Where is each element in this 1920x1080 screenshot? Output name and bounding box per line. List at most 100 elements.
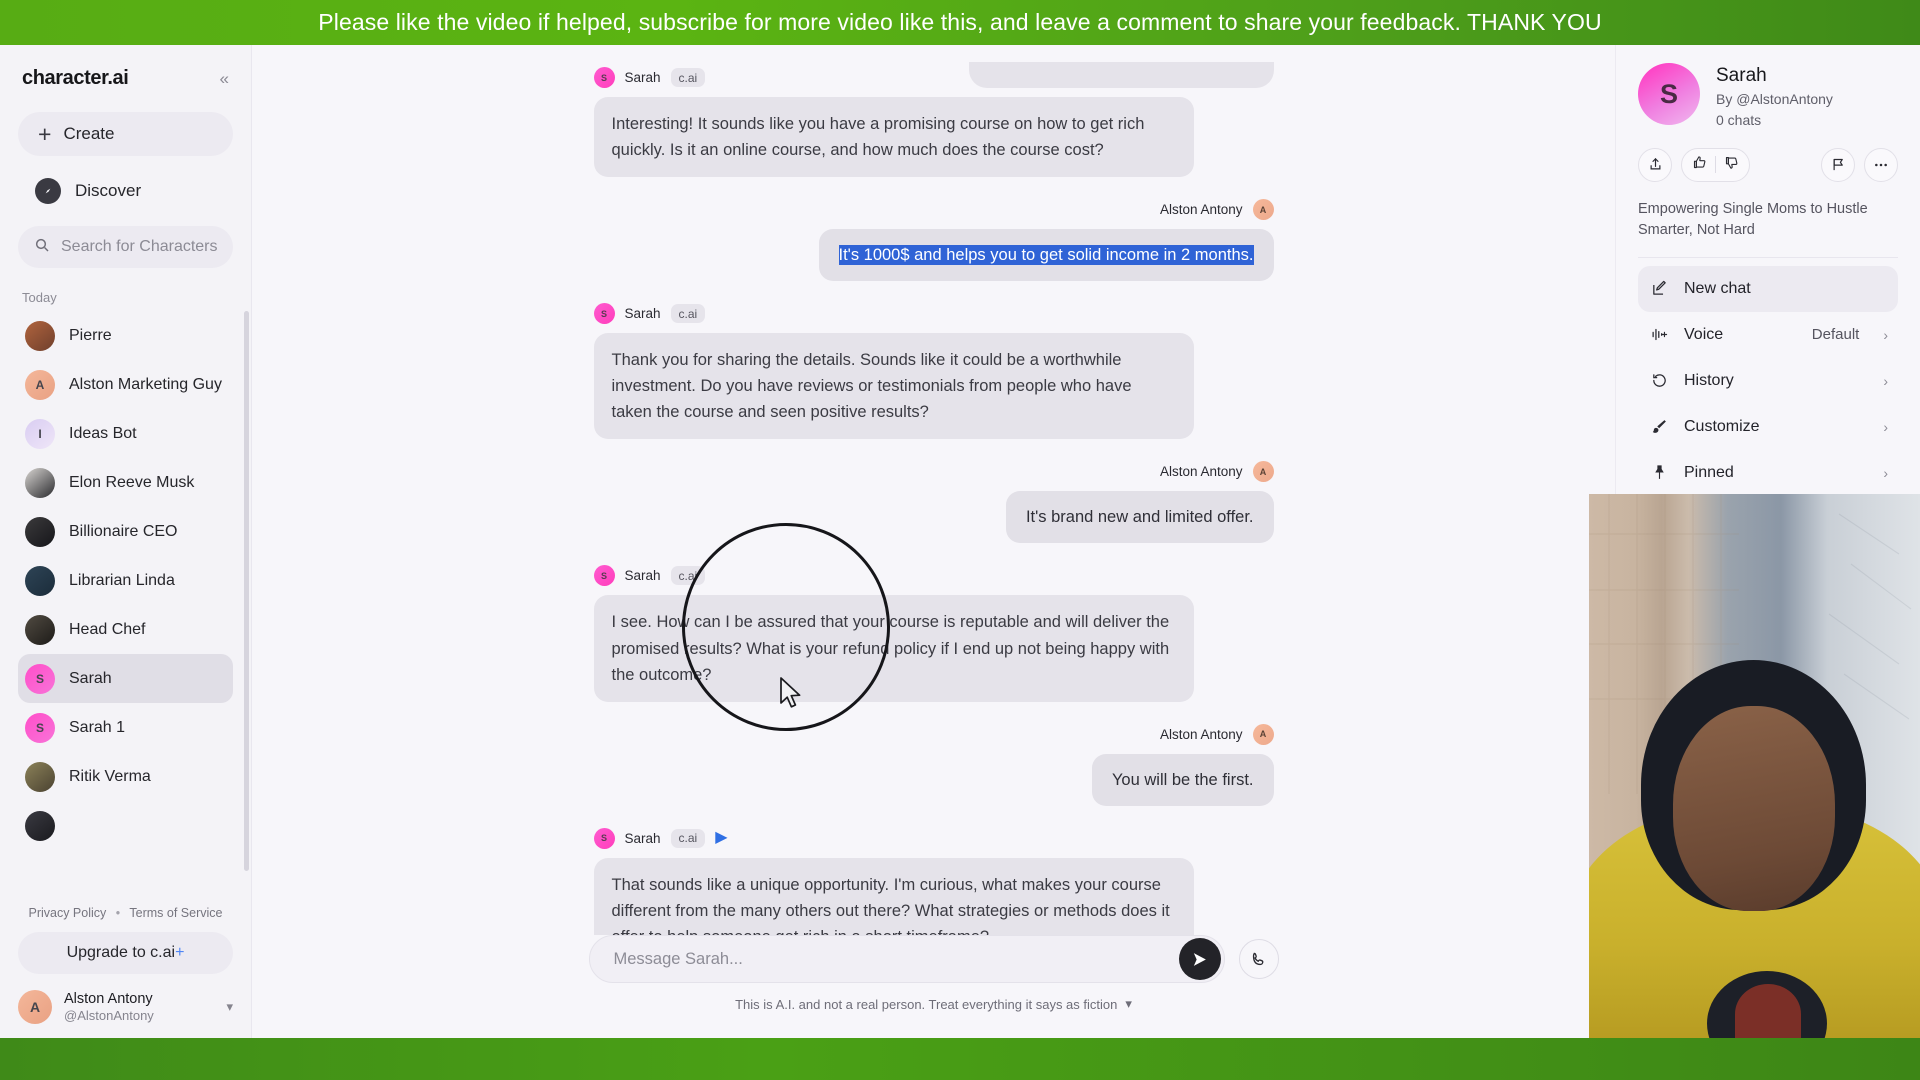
message-bubble[interactable]: It's 1000$ and helps you to get solid in… xyxy=(818,229,1274,282)
sidebar-character-name: Head Chef xyxy=(69,620,146,638)
sidebar-character-item[interactable]: Head Chef xyxy=(18,605,233,654)
privacy-policy-link[interactable]: Privacy Policy xyxy=(28,906,106,920)
plus-icon: + xyxy=(38,120,52,147)
report-button[interactable] xyxy=(1821,147,1855,182)
sidebar-character-item[interactable] xyxy=(18,801,233,850)
chevron-right-icon: › xyxy=(1883,372,1888,389)
app-root: Please like the video if helped, subscri… xyxy=(0,0,1920,1080)
brand-logo[interactable]: character.ai xyxy=(22,67,129,90)
message-author: Sarah xyxy=(624,568,661,584)
sidebar-collapse-icon[interactable]: « xyxy=(220,69,229,89)
sidebar-character-item[interactable]: S Sarah 1 xyxy=(18,703,233,752)
avatar xyxy=(25,516,55,547)
call-button[interactable] xyxy=(1238,939,1279,979)
message-input[interactable]: Message Sarah... xyxy=(588,935,1225,983)
cai-badge: c.ai xyxy=(670,828,706,848)
avatar: A xyxy=(25,369,55,400)
avatar: S xyxy=(593,827,615,849)
history-icon xyxy=(1648,372,1670,389)
character-chat-count: 0 chats xyxy=(1716,111,1762,128)
chat-message: S Sarah c.ai I see. How can I be assured th… xyxy=(593,565,1274,702)
character-author: By @AlstonAntony xyxy=(1716,90,1833,107)
composer: Message Sarah... This is A.I. and not a … xyxy=(252,935,1615,1038)
sidebar-character-item[interactable]: Ritik Verma xyxy=(18,752,233,801)
avatar: A xyxy=(18,989,52,1024)
message-input-placeholder: Message Sarah... xyxy=(613,949,743,968)
message-bubble[interactable]: That sounds like a unique opportunity. I… xyxy=(593,857,1194,935)
panel-menu-item-label: Voice xyxy=(1684,325,1724,343)
create-button-label: Create xyxy=(63,124,115,143)
character-header: S Sarah By @AlstonAntony 0 chats xyxy=(1638,63,1898,131)
message-bubble[interactable]: It's brand new and limited offer. xyxy=(1005,491,1274,544)
message-bubble[interactable]: You will be the first. xyxy=(1091,753,1274,806)
ai-disclaimer[interactable]: This is A.I. and not a real person. Trea… xyxy=(292,983,1575,1028)
more-options-button[interactable] xyxy=(1864,147,1898,182)
message-header: S Sarah c.ai ▶ xyxy=(593,827,1274,849)
panel-menu-item-voice[interactable]: Voice Default › xyxy=(1638,312,1898,358)
send-button[interactable] xyxy=(1178,938,1221,980)
sidebar-character-item[interactable]: A Alston Marketing Guy xyxy=(18,360,233,409)
avatar: S xyxy=(1638,63,1700,125)
panel-menu-item-value: Default xyxy=(1811,326,1860,344)
chat-message: S Sarah c.ai ▶ That sounds like a unique opp… xyxy=(593,827,1274,935)
panel-menu-item-pinned[interactable]: Pinned › xyxy=(1638,450,1898,496)
avatar: S xyxy=(25,712,55,743)
account-name: Alston Antony xyxy=(64,990,153,1007)
message-author: Alston Antony xyxy=(1159,202,1243,218)
sidebar-character-item[interactable]: Librarian Linda xyxy=(18,556,233,605)
sidebar-character-name: Elon Reeve Musk xyxy=(69,473,195,491)
upgrade-label: Upgrade to c.ai xyxy=(66,943,176,961)
message-list: S Sarah c.ai Interesting! It sounds like yo… xyxy=(252,45,1615,935)
message-header: S Sarah c.ai xyxy=(593,565,1274,587)
terms-of-service-link[interactable]: Terms of Service xyxy=(129,906,222,920)
sidebar-character-item[interactable]: Pierre xyxy=(18,311,233,360)
character-name: Sarah xyxy=(1716,65,1767,86)
panel-menu-item-new-chat[interactable]: New chat xyxy=(1638,265,1898,312)
sidebar-character-item[interactable]: Billionaire CEO xyxy=(18,507,233,556)
create-button[interactable]: + Create xyxy=(18,112,233,156)
character-list: Pierre A Alston Marketing Guy I Ideas Bot Elo… xyxy=(0,311,251,896)
sidebar-character-name: Librarian Linda xyxy=(69,571,175,589)
account-handle: @AlstonAntony xyxy=(64,1007,154,1023)
section-label-today: Today xyxy=(22,290,57,305)
message-header: Alston Antony A xyxy=(1160,723,1274,745)
chat-column: S Sarah c.ai Interesting! It sounds like yo… xyxy=(252,45,1615,1038)
sidebar-character-name: Ritik Verma xyxy=(69,767,151,785)
sidebar-character-name: Pierre xyxy=(69,326,112,344)
chevron-down-icon[interactable]: ▾ xyxy=(226,999,233,1015)
thumbs-down-icon[interactable] xyxy=(1724,155,1739,175)
message-author: Alston Antony xyxy=(1159,464,1243,480)
upgrade-button[interactable]: Upgrade to c.ai + xyxy=(18,931,233,974)
sidebar-character-item[interactable]: I Ideas Bot xyxy=(18,409,233,458)
message-bubble[interactable]: I see. How can I be assured that your co… xyxy=(593,595,1194,702)
sidebar-character-name: Billionaire CEO xyxy=(69,522,178,540)
play-audio-icon[interactable]: ▶ xyxy=(715,830,727,846)
pin-icon xyxy=(1648,464,1670,481)
brush-icon xyxy=(1648,418,1670,435)
panel-menu-item-label: Pinned xyxy=(1684,463,1734,481)
panel-menu-item-customize[interactable]: Customize › xyxy=(1638,404,1898,450)
sidebar-footer: Privacy Policy • Terms of Service Upgrad… xyxy=(0,896,251,1038)
sidebar-character-item[interactable]: S Sarah xyxy=(18,654,233,703)
vote-group[interactable] xyxy=(1681,147,1750,182)
chat-message: S Sarah c.ai Thank you for sharing the deta… xyxy=(593,303,1274,440)
message-bubble[interactable]: Thank you for sharing the details. Sound… xyxy=(593,333,1194,440)
chevron-down-icon[interactable]: ▾ xyxy=(1125,996,1132,1012)
webcam-overlay xyxy=(1589,494,1920,1040)
sidebar-scrollbar[interactable] xyxy=(244,311,249,871)
panel-menu-item-history[interactable]: History › xyxy=(1638,358,1898,404)
ai-disclaimer-text: This is A.I. and not a real person. Trea… xyxy=(735,996,1118,1012)
account-row[interactable]: A Alston Antony @AlstonAntony ▾ xyxy=(18,989,233,1024)
bottom-green-bar xyxy=(0,1038,1920,1080)
message-header: S Sarah c.ai xyxy=(593,303,1274,325)
message-bubble[interactable]: Interesting! It sounds like you have a p… xyxy=(593,97,1194,178)
sidebar-character-item[interactable]: Elon Reeve Musk xyxy=(18,458,233,507)
search-input[interactable]: Search for Characters xyxy=(18,226,233,268)
thumbs-up-icon[interactable] xyxy=(1692,155,1707,175)
discover-button[interactable]: Discover xyxy=(18,170,233,212)
avatar xyxy=(25,761,55,792)
share-button[interactable] xyxy=(1638,147,1672,182)
avatar: S xyxy=(593,303,615,325)
avatar: A xyxy=(1252,723,1274,745)
avatar xyxy=(25,467,55,498)
